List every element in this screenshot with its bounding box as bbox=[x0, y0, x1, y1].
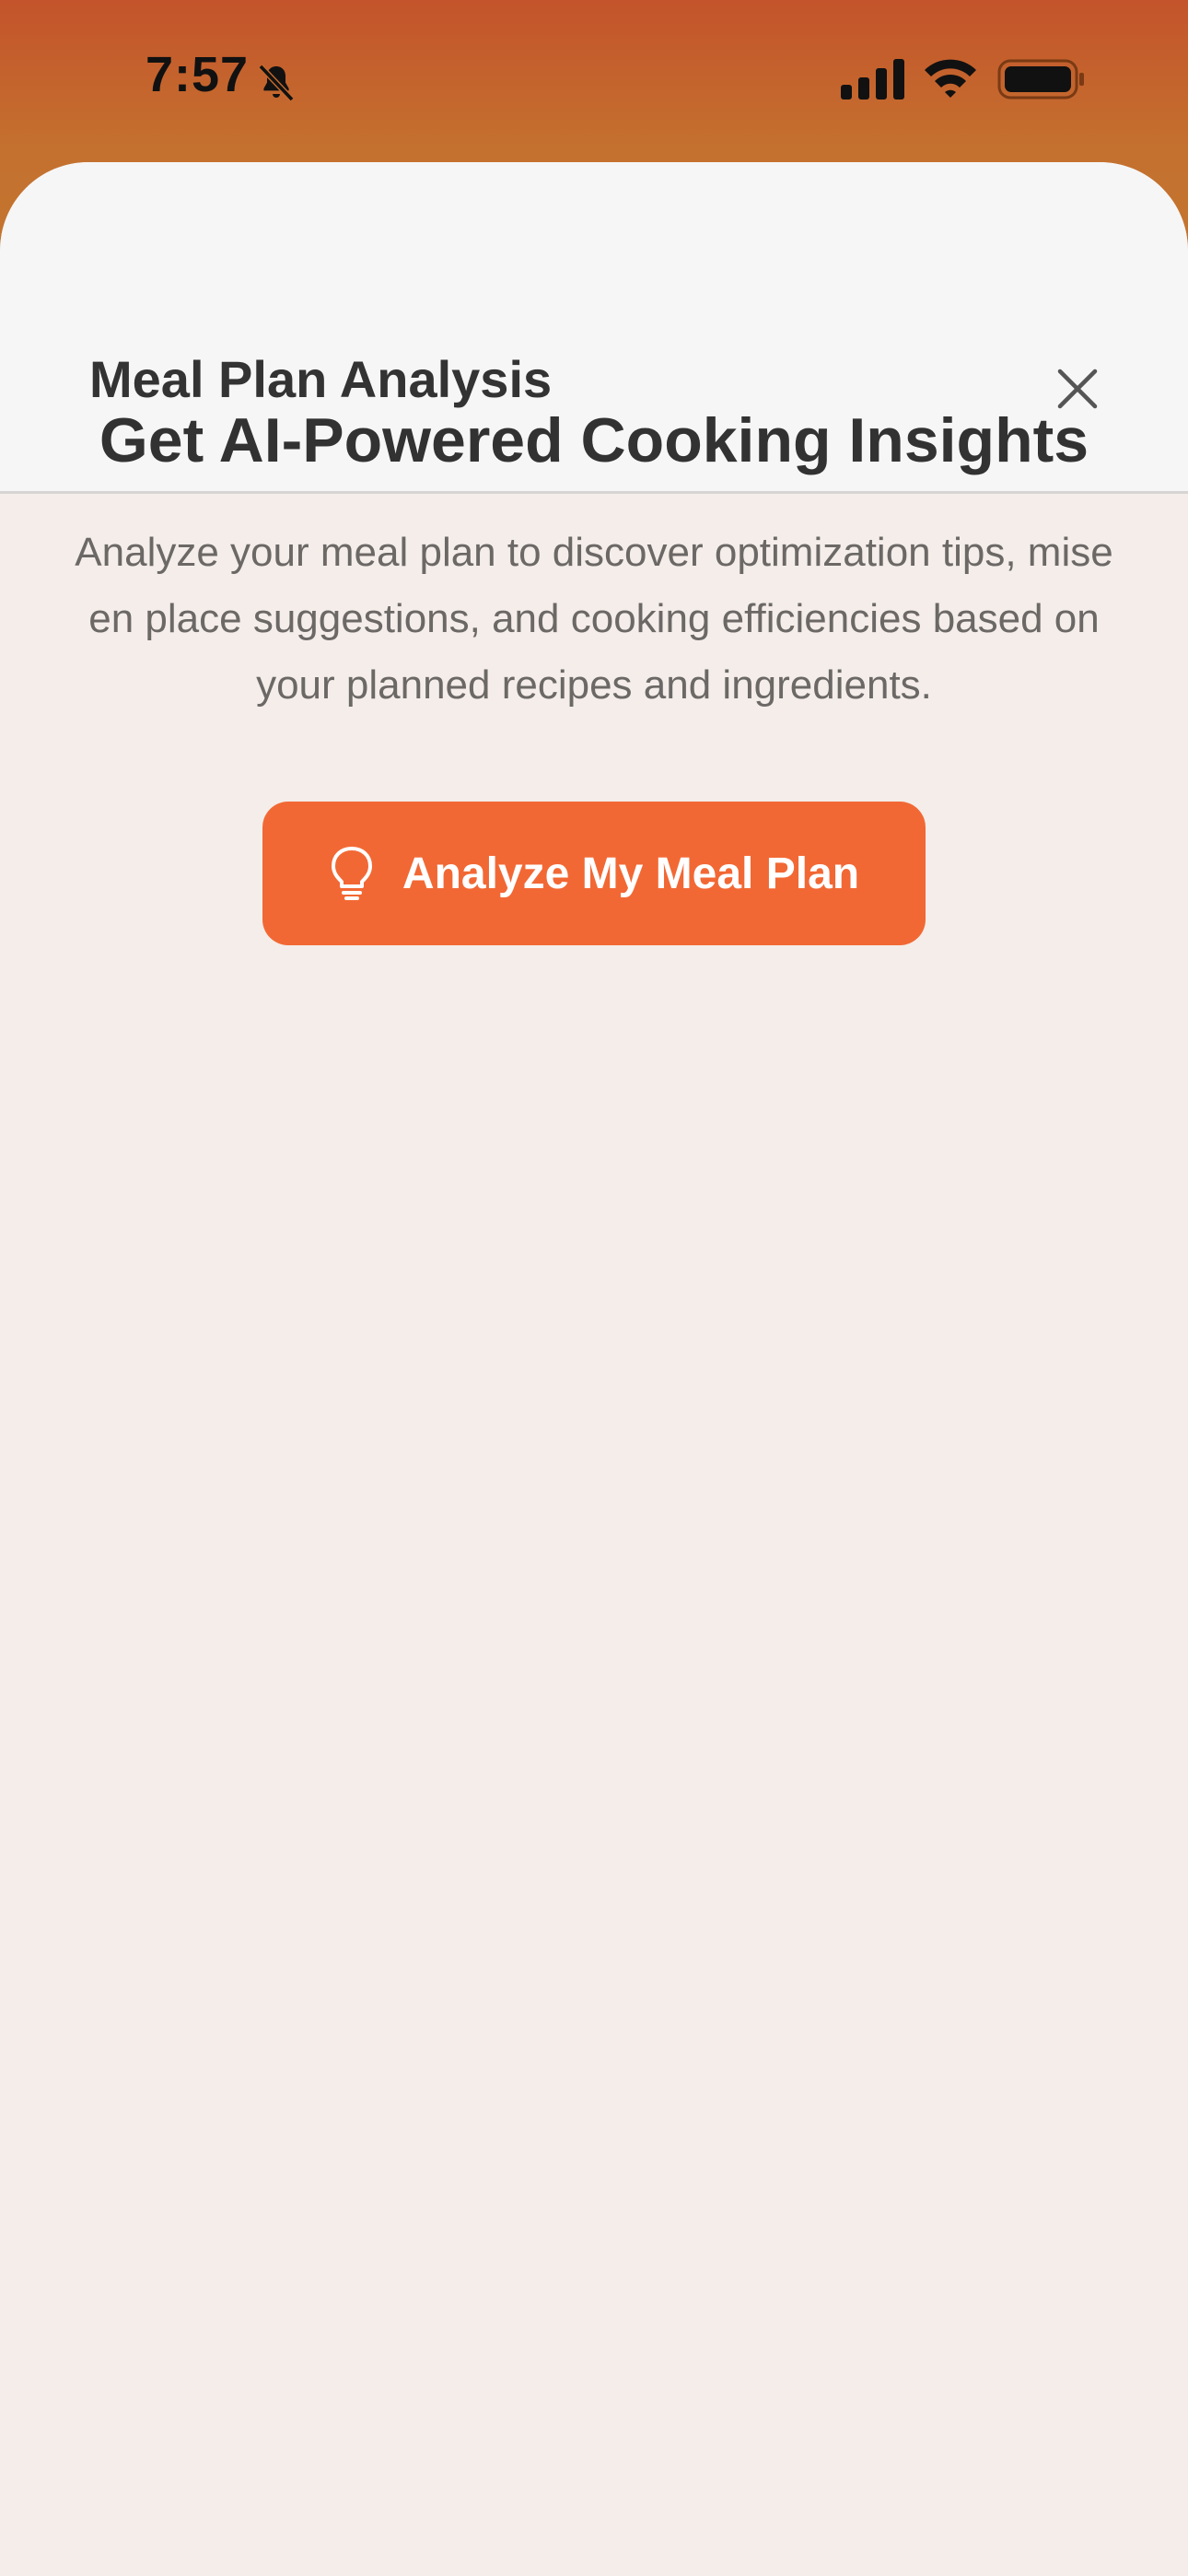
status-time: 7:57 bbox=[146, 47, 250, 102]
lightbulb-icon bbox=[331, 847, 372, 900]
insights-headline: Get AI-Powered Cooking Insights bbox=[99, 405, 1089, 475]
analyze-button-label: Analyze My Meal Plan bbox=[402, 849, 860, 898]
signal-icon bbox=[841, 59, 904, 100]
insights-description: Analyze your meal plan to discover optim… bbox=[75, 530, 1113, 708]
sheet-title: Meal Plan Analysis bbox=[89, 350, 553, 408]
wifi-icon bbox=[925, 59, 976, 98]
battery-icon bbox=[997, 59, 1084, 100]
analyze-meal-plan-button[interactable]: Analyze My Meal Plan bbox=[262, 802, 926, 945]
bell-muted-icon bbox=[258, 64, 295, 102]
status-bar: 7:57 bbox=[0, 0, 1188, 162]
